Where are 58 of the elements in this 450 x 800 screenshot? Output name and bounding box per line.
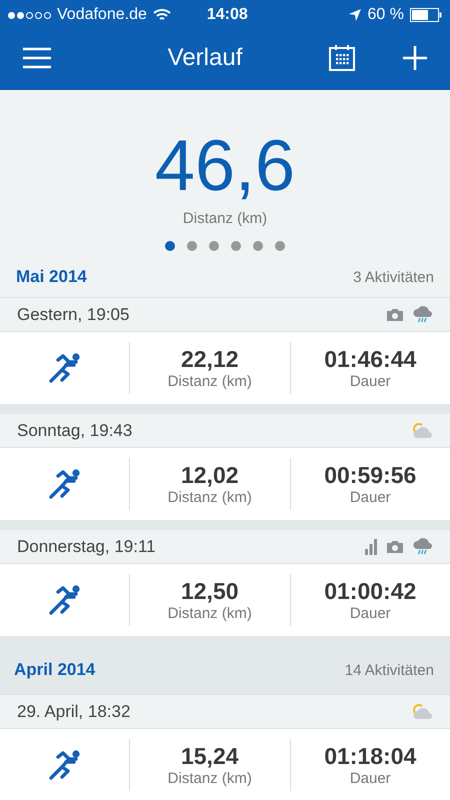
distance-value: 12,50 — [180, 578, 239, 605]
activity-row[interactable]: 22,12 Distanz (km) 01:46:44 Dauer — [0, 332, 450, 414]
activity-row[interactable]: 15,24 Distanz (km) 01:18:04 Dauer — [0, 729, 450, 800]
rain-cloud-icon — [412, 538, 434, 556]
add-button[interactable] — [402, 45, 428, 71]
location-arrow-icon — [348, 8, 362, 22]
page-dot[interactable] — [231, 241, 241, 251]
runner-icon — [48, 352, 82, 384]
screen-title: Verlauf — [166, 44, 244, 72]
wifi-icon — [152, 8, 171, 22]
battery-percentage: 60 % — [368, 6, 404, 24]
carrier-name: Vodafone.de — [57, 6, 147, 24]
total-distance: 46,6 — [154, 130, 296, 202]
distance-value: 15,24 — [180, 743, 239, 770]
activity-date: Donnerstag, 19:11 — [17, 536, 157, 556]
runner-icon — [48, 468, 82, 500]
battery-icon — [410, 8, 442, 22]
status-time: 14:08 — [206, 6, 248, 24]
activity-row[interactable]: 12,02 Distanz (km) 00:59:56 Dauer — [0, 448, 450, 530]
month-title: Mai 2014 — [16, 267, 87, 287]
activity-row[interactable]: 12,50 Distanz (km) 01:00:42 Dauer — [0, 564, 450, 646]
activity-date: Sonntag, 19:43 — [17, 420, 134, 440]
distance-label: Distanz (km) — [168, 373, 252, 390]
sun-cloud-icon — [412, 704, 434, 720]
distance-value: 12,02 — [180, 462, 239, 489]
signal-icon — [8, 12, 51, 18]
duration-value: 00:59:56 — [324, 462, 416, 489]
total-distance-label: Distanz (km) — [182, 210, 268, 227]
distance-label: Distanz (km) — [168, 489, 252, 506]
duration-value: 01:46:44 — [324, 346, 416, 373]
duration-label: Dauer — [350, 605, 391, 622]
runner-icon — [48, 584, 82, 616]
camera-icon — [386, 308, 404, 322]
distance-value: 22,12 — [180, 346, 239, 373]
duration-label: Dauer — [350, 770, 391, 787]
camera-icon — [386, 540, 404, 554]
page-dot[interactable] — [253, 241, 263, 251]
page-dot[interactable] — [209, 241, 219, 251]
page-dot[interactable] — [165, 241, 175, 251]
sun-cloud-icon — [412, 422, 434, 438]
duration-label: Dauer — [350, 489, 391, 506]
duration-value: 01:00:42 — [324, 578, 416, 605]
page-dot[interactable] — [275, 241, 285, 251]
duration-value: 01:18:04 — [324, 743, 416, 770]
calendar-button[interactable] — [328, 44, 356, 72]
activity-count: 3 Aktivitäten — [353, 268, 434, 286]
rain-cloud-icon — [412, 306, 434, 324]
month-title: April 2014 — [14, 660, 96, 680]
bar-chart-icon — [364, 538, 378, 554]
activity-date: 29. April, 18:32 — [17, 702, 132, 722]
activity-date: Gestern, 19:05 — [17, 304, 130, 324]
distance-label: Distanz (km) — [168, 605, 252, 622]
runner-icon — [48, 749, 82, 781]
page-dot[interactable] — [187, 241, 197, 251]
menu-button[interactable] — [22, 47, 52, 69]
duration-label: Dauer — [350, 373, 391, 390]
distance-label: Distanz (km) — [168, 770, 252, 787]
activity-count: 14 Aktivitäten — [344, 662, 434, 678]
